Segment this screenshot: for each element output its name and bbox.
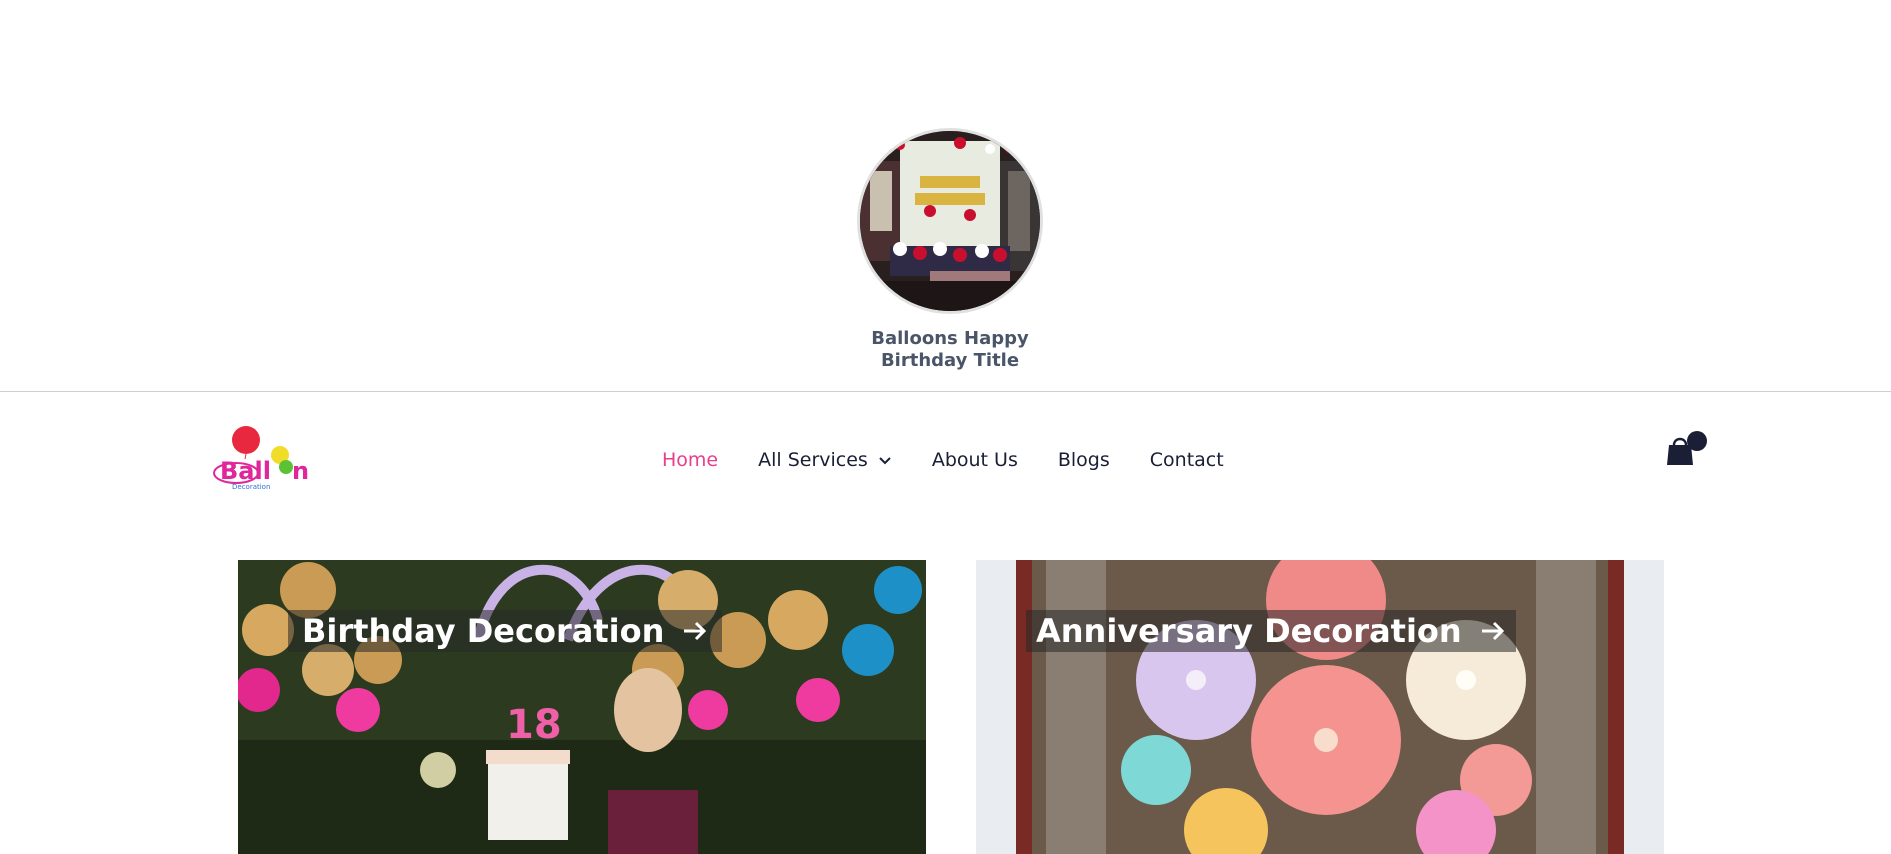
birthday-decoration-photo: 18 [238,560,926,854]
service-card-birthday[interactable]: 18 Birthday Decoration [238,560,926,854]
main-nav: Home All Services About Us Blogs Contact [662,445,1264,475]
nav-contact-label: Contact [1149,449,1224,471]
logo-text: Ball [220,457,271,485]
card-anniversary-text: Anniversary Decoration [1036,612,1462,650]
profile-title-line2: Birthday Title [880,350,1020,371]
card-anniversary-label[interactable]: Anniversary Decoration [1026,610,1516,652]
profile-title-line1: Balloons Happy [871,328,1029,349]
logo-text-end: n [292,457,309,485]
card-birthday-label[interactable]: Birthday Decoration [288,610,723,652]
nav-home[interactable]: Home [662,449,718,471]
nav-blogs[interactable]: Blogs [1058,449,1110,471]
svg-text:18: 18 [506,702,562,748]
balloon-logo-icon: Ball n Decoration [213,426,309,491]
nav-all-services-label: All Services [758,449,868,471]
nav-contact[interactable]: Contact [1150,449,1224,471]
cart-button[interactable]: 0 [1663,429,1711,469]
nav-about-us-label: About Us [931,449,1018,471]
logo-subtitle: Decoration [232,483,270,491]
cart-count-badge: 0 [1694,435,1701,448]
profile-section: Balloons Happy Birthday Title [0,0,1891,392]
arrow-right-icon [1480,612,1506,650]
shopping-bag-icon: 0 [1667,431,1707,465]
profile-title: Balloons Happy Birthday Title [830,328,1070,372]
chevron-down-icon [878,449,892,471]
site-logo[interactable]: Ball n Decoration [212,423,324,495]
site-header: Ball n Decoration Home All Services Abou… [0,393,1891,523]
card-birthday-text: Birthday Decoration [302,612,665,650]
nav-about-us[interactable]: About Us [932,449,1018,471]
birthday-room-photo [860,131,1040,311]
nav-home-label: Home [662,449,719,471]
service-card-anniversary[interactable]: Anniversary Decoration [976,560,1664,854]
anniversary-decoration-photo [976,560,1664,854]
arrow-right-icon [682,612,708,650]
nav-blogs-label: Blogs [1057,449,1110,471]
profile-avatar[interactable] [857,128,1043,314]
nav-all-services[interactable]: All Services [758,449,892,471]
